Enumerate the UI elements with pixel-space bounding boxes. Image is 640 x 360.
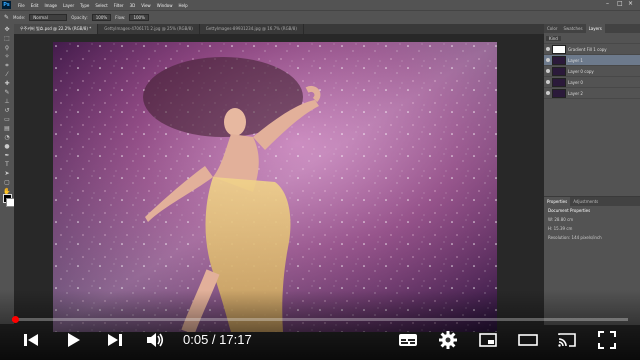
fullscreen-icon[interactable] [597,330,617,350]
dodge-tool-icon[interactable]: ● [3,143,11,150]
brush-tool-icon[interactable]: ✎ [4,14,9,21]
healing-tool-icon[interactable]: ✚ [3,80,11,87]
properties-title: Document Properties [548,208,591,213]
progress-bar[interactable] [12,316,628,323]
eyedropper-tool-icon[interactable]: ⁄ [3,71,11,78]
menu-file[interactable]: File [15,3,28,8]
miniplayer-icon[interactable] [478,330,498,350]
tools-panel: ✥ ⬚ ϙ ✧ ⌗ ⁄ ✚ ✎ ⊥ ↺ ▭ ▤ ◔ ● ✒ T ➤ ▢ ✋ ⌕ [0,24,15,324]
document-height: H: 15.39 cm [548,226,573,231]
menu-type[interactable]: Type [77,3,92,8]
menu-3d[interactable]: 3D [127,3,139,8]
layer-thumbnail [552,88,566,98]
right-panels: Color Swatches Layers Kind Gradient Fill… [544,24,640,325]
eraser-tool-icon[interactable]: ▭ [3,116,11,123]
layers-panel-tabs: Color Swatches Layers [544,24,640,33]
tab-document-1[interactable]: 우주커버 빛효.psd @ 22.2% (RGB/8) * [14,24,99,34]
cast-icon[interactable] [557,330,577,350]
gradient-tool-icon[interactable]: ▤ [3,125,11,132]
next-icon[interactable] [105,330,125,350]
path-select-tool-icon[interactable]: ➤ [3,170,11,177]
layer-row[interactable]: Layer 2 [544,88,640,99]
type-tool-icon[interactable]: T [3,161,11,168]
tab-properties[interactable]: Properties [544,197,571,206]
close-icon[interactable]: × [628,0,633,7]
layer-thumbnail [552,77,566,87]
photoshop-logo: Ps [2,1,11,9]
menu-window[interactable]: Window [154,3,176,8]
volume-icon[interactable] [145,330,165,350]
layers-filter-row[interactable]: Kind [544,33,640,44]
brush-tool-icon[interactable]: ✎ [3,89,11,96]
quick-select-tool-icon[interactable]: ✧ [3,53,11,60]
kind-filter[interactable]: Kind [546,35,561,41]
tab-document-3[interactable]: GettyImages-89931234.jpg @ 16.7% (RGB/8) [200,24,304,34]
settings-gear-icon[interactable] [438,330,458,350]
time-display: 0:05 / 17:17 [183,332,252,347]
layer-row[interactable]: Layer 0 [544,77,640,88]
menu-image[interactable]: Image [41,3,60,8]
options-bar: ✎ Mode: Normal Opacity: 100% Flow: 100% [0,10,640,24]
layer-name: Layer 0 [568,79,583,85]
marquee-tool-icon[interactable]: ⬚ [3,35,11,42]
blur-tool-icon[interactable]: ◔ [3,134,11,141]
subtitles-icon[interactable] [398,330,418,350]
visibility-eye-icon[interactable] [546,80,550,84]
canvas-image[interactable] [53,42,497,332]
opacity-label: Opacity: [71,15,88,20]
properties-tabs: Properties Adjustments [544,197,640,206]
visibility-eye-icon[interactable] [546,47,550,51]
layer-thumbnail [552,55,566,65]
menu-select[interactable]: Select [92,3,110,8]
document-tabs: 우주커버 빛효.psd @ 22.2% (RGB/8) * GettyImage… [14,24,544,34]
shape-tool-icon[interactable]: ▢ [3,179,11,186]
visibility-eye-icon[interactable] [546,69,550,73]
move-tool-icon[interactable]: ✥ [3,26,11,33]
visibility-eye-icon[interactable] [546,58,550,62]
tab-swatches[interactable]: Swatches [560,24,585,33]
layer-name: Layer 1 [568,57,583,63]
layer-row[interactable]: Layer 0 copy [544,66,640,77]
flow-label: Flow: [115,15,126,20]
menu-edit[interactable]: Edit [28,3,42,8]
maximize-icon[interactable]: □ [617,0,623,7]
history-brush-icon[interactable]: ↺ [3,107,11,114]
mode-select[interactable]: Normal [29,14,68,21]
minimize-icon[interactable]: – [606,0,609,7]
tab-color[interactable]: Color [544,24,560,33]
menu-layer[interactable]: Layer [60,3,77,8]
opacity-field[interactable]: 100% [91,14,112,21]
layer-thumbnail [552,44,566,54]
pen-tool-icon[interactable]: ✒ [3,152,11,159]
menu-help[interactable]: Help [175,3,190,8]
crop-tool-icon[interactable]: ⌗ [3,62,11,69]
galaxy-dancer-artwork [53,42,497,332]
menu-bar: Ps File Edit Image Layer Type Select Fil… [0,0,640,10]
document-width: W: 28.80 cm [548,217,574,222]
mode-label: Mode: [13,15,26,20]
tab-adjustments[interactable]: Adjustments [570,197,601,206]
menu-view[interactable]: View [138,3,154,8]
progress-scrubber[interactable] [12,316,19,323]
player-controls-shade [0,290,640,360]
layer-name: Layer 0 copy [568,68,594,74]
stamp-tool-icon[interactable]: ⊥ [3,98,11,105]
layer-name: Layer 2 [568,90,583,96]
flow-field[interactable]: 100% [129,14,149,21]
layer-thumbnail [552,66,566,76]
menu-filter[interactable]: Filter [111,3,127,8]
play-icon[interactable] [63,330,83,350]
visibility-eye-icon[interactable] [546,91,550,95]
previous-icon[interactable] [21,330,41,350]
layer-row[interactable]: Layer 1 [544,55,640,66]
lasso-tool-icon[interactable]: ϙ [3,44,11,51]
tab-document-2[interactable]: GettyImages-4706171 2.jpg @ 25% (RGB/8) [98,24,200,34]
layer-name: Gradient Fill 1 copy [568,46,607,52]
layer-row[interactable]: Gradient Fill 1 copy [544,44,640,55]
theater-mode-icon[interactable] [518,330,538,350]
tab-layers[interactable]: Layers [585,24,605,33]
document-resolution: Resolution: 144 pixels/inch [548,235,602,240]
